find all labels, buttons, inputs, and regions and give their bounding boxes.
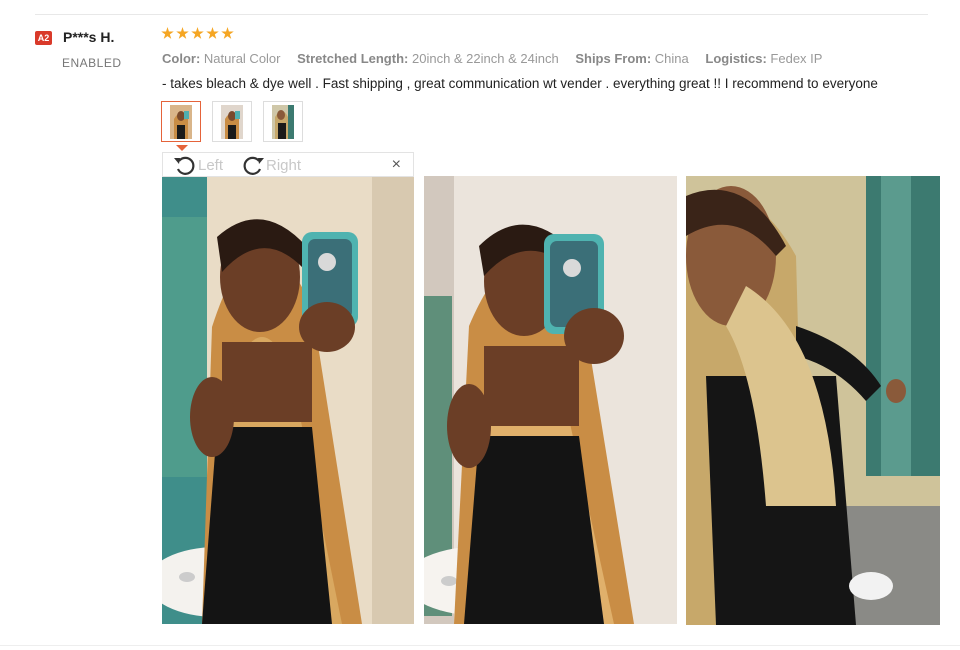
review-text: - takes bleach & dye well . Fast shippin… — [162, 76, 878, 91]
star-rating — [161, 27, 234, 40]
property-value-color: Natural Color — [203, 51, 281, 66]
divider-top — [35, 14, 928, 15]
product-properties: Color: Natural Color Stretched Length: 2… — [162, 51, 835, 66]
thumbnail-image — [272, 105, 294, 139]
close-viewer-button[interactable]: × — [392, 156, 401, 174]
rotate-right-button[interactable]: Right — [241, 155, 301, 175]
divider-bottom — [0, 645, 960, 646]
star-icon — [206, 27, 219, 39]
reviewer-name: P***s H. — [63, 29, 115, 45]
active-thumbnail-marker — [176, 145, 188, 151]
thumbnail-strip — [161, 101, 303, 142]
thumbnail-3[interactable] — [263, 101, 303, 142]
star-icon — [221, 27, 234, 39]
review-photo-image — [686, 176, 940, 625]
rotate-left-icon — [174, 156, 195, 175]
star-icon — [191, 27, 204, 39]
review-photo-image — [162, 177, 414, 624]
country-flag-badge: A2 — [35, 31, 52, 45]
review-photo-image — [424, 176, 677, 624]
star-icon — [161, 27, 174, 39]
property-value-length: 20inch & 22inch & 24inch — [411, 51, 559, 66]
thumbnail-2[interactable] — [212, 101, 252, 142]
reviewer-status: ENABLED — [62, 56, 122, 70]
image-viewer-toolbar: Left Right × — [162, 152, 414, 177]
property-value-logistics: Fedex IP — [770, 51, 823, 66]
thumbnail-image — [170, 105, 192, 139]
property-label-ships-from: Ships From: — [575, 51, 652, 66]
rotate-right-label: Right — [266, 156, 302, 174]
rotate-right-icon — [243, 156, 264, 175]
property-label-length: Stretched Length: — [297, 51, 409, 66]
star-icon — [176, 27, 189, 39]
review-photo-3[interactable] — [686, 176, 940, 625]
rotate-left-label: Left — [198, 156, 224, 174]
thumbnail-image — [221, 105, 243, 139]
property-value-ships-from: China — [654, 51, 689, 66]
property-label-logistics: Logistics: — [705, 51, 767, 66]
review-photo-1[interactable] — [162, 177, 414, 624]
property-label-color: Color: — [162, 51, 201, 66]
review-photo-2[interactable] — [424, 176, 677, 624]
rotate-left-button[interactable]: Left — [173, 155, 223, 175]
thumbnail-1[interactable] — [161, 101, 201, 142]
